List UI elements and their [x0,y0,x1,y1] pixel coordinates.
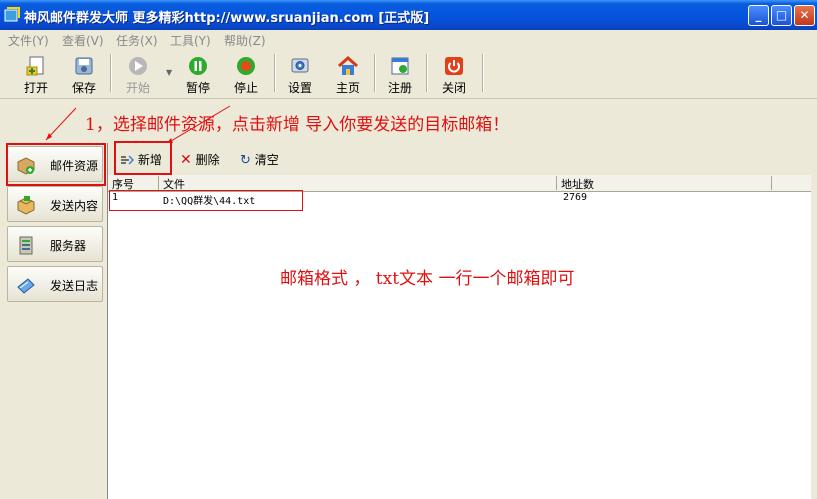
start-label: 开始 [125,81,150,95]
clear-refresh-icon: ↻ [240,153,251,168]
menu-view[interactable]: 查看(V) [62,32,104,49]
nav-server-label: 服务器 [50,239,87,253]
save-label: 保存 [71,81,96,95]
pause-icon [189,57,207,75]
nav-server[interactable]: 服务器 [7,226,103,262]
menu-bar: 文件(Y) 查看(V) 任务(X) 工具(Y) 帮助(Z) [0,30,817,48]
settings-button[interactable]: 设置 [278,52,322,96]
main-toolbar: 打开 保存 开始 ▼ 暂停 停止 设置 主页 注册 关闭 [0,48,817,99]
column-index[interactable]: 序号 [108,176,159,191]
toolbar-separator [482,54,484,92]
highlight-mail-resource [6,143,106,186]
settings-label: 设置 [287,81,312,95]
open-label: 打开 [23,81,48,95]
box-content-icon [17,196,35,215]
play-icon [129,57,147,75]
toolbar-separator [110,54,112,92]
clear-button[interactable]: ↻ 清空 [240,151,279,168]
toolbar-separator [426,54,428,92]
left-navigation: 邮件资源 发送内容 服务器 发送日志 [4,142,106,499]
register-button[interactable]: 注册 [378,52,422,96]
delete-x-icon: ✕ [180,152,192,168]
stop-label: 停止 [233,81,258,95]
delete-button[interactable]: ✕ 删除 [180,151,220,168]
menu-tools[interactable]: 工具(Y) [170,32,211,49]
menu-help[interactable]: 帮助(Z) [224,32,266,49]
nav-send-log-label: 发送日志 [50,279,99,293]
stop-button[interactable]: 停止 [224,52,268,96]
save-button[interactable]: 保存 [62,52,106,96]
toolbar-separator [274,54,276,92]
server-icon [19,236,33,255]
annotation-format: 邮箱格式 ， txt文本 一行一个邮箱即可 [280,269,575,289]
pause-button[interactable]: 暂停 [176,52,220,96]
open-button[interactable]: 打开 [14,52,58,96]
save-disk-icon [75,57,93,75]
log-book-icon [17,278,35,294]
nav-send-content[interactable]: 发送内容 [7,186,103,222]
column-file[interactable]: 文件 [159,176,557,191]
power-icon [445,57,463,75]
highlight-file-row [109,190,303,211]
content-toolbar: 新增 ✕ 删除 ↻ 清空 [108,143,813,176]
home-button[interactable]: 主页 [326,52,370,96]
nav-send-log[interactable]: 发送日志 [7,266,103,302]
home-icon [338,55,358,75]
highlight-add-button [114,141,172,175]
row-count: 2769 [563,192,588,203]
pause-label: 暂停 [185,81,210,95]
register-label: 注册 [387,81,412,95]
clear-button-label: 清空 [254,153,279,167]
toolbar-separator [374,54,376,92]
delete-button-label: 删除 [195,153,220,167]
menu-task[interactable]: 任务(X) [116,32,158,49]
close-app-button[interactable]: 关闭 [432,52,476,96]
open-file-icon [26,56,44,76]
settings-icon [291,58,309,73]
nav-send-content-label: 发送内容 [50,199,99,213]
title-bar: 神风邮件群发大师 更多精彩http://www.sruanjian.com [正… [0,0,817,30]
register-icon [391,57,409,75]
close-button[interactable]: ✕ [794,5,815,26]
minimize-button[interactable]: _ [748,5,769,26]
start-button[interactable]: 开始 [116,52,160,96]
menu-file[interactable]: 文件(Y) [8,32,49,49]
home-label: 主页 [335,81,360,95]
close-app-label: 关闭 [441,81,466,95]
maximize-button[interactable]: □ [771,5,792,26]
window-title: 神风邮件群发大师 更多精彩http://www.sruanjian.com [正… [24,11,430,26]
app-logo-icon [4,7,20,22]
stop-icon [237,57,255,75]
start-dropdown-icon[interactable]: ▼ [166,68,172,77]
column-count[interactable]: 地址数 [557,176,772,191]
right-edge [811,143,817,499]
